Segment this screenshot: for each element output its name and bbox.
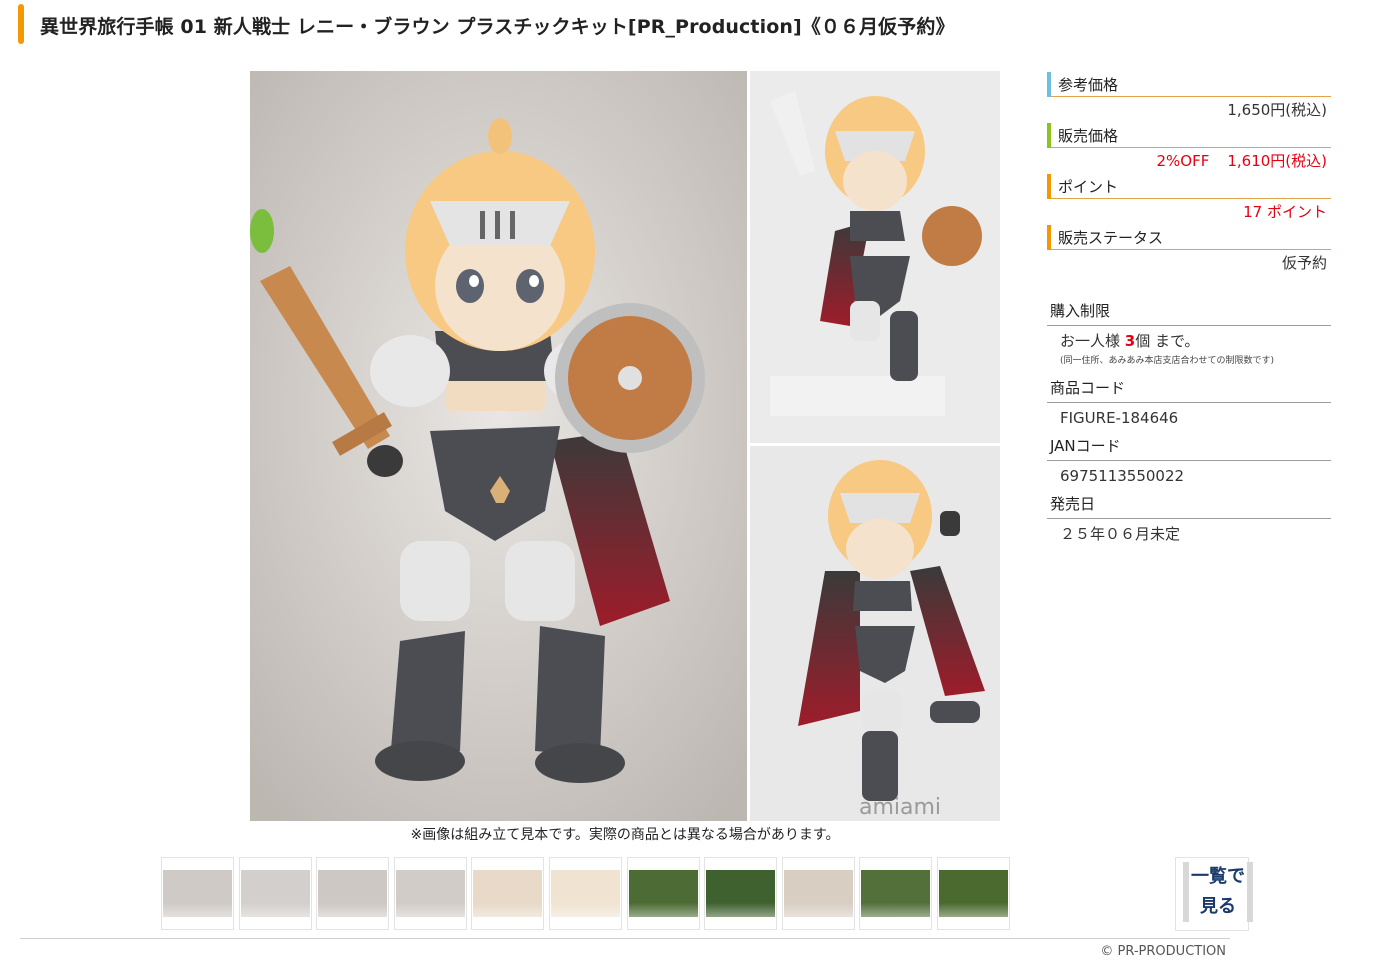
reference-price-label: 参考価格: [1058, 76, 1119, 94]
thumbnail-4[interactable]: [393, 857, 467, 930]
thumbnail-10[interactable]: [859, 857, 933, 930]
thumbnail-9[interactable]: [781, 857, 855, 930]
image-note: ※画像は組み立て見本です。実際の商品とは異なる場合があります。: [410, 827, 840, 843]
purchase-limit-suffix: 個 まで。: [1135, 332, 1200, 350]
thumbnail-3[interactable]: [316, 857, 390, 930]
status-marker: [1047, 225, 1051, 250]
thumbnail-8[interactable]: [704, 857, 778, 930]
reference-price-marker: [1047, 72, 1051, 97]
thumbnail-5[interactable]: [471, 857, 545, 930]
thumbnail-image: [861, 870, 931, 917]
sale-price-label: 販売価格: [1058, 127, 1119, 145]
copyright: © PR-PRODUCTION: [1100, 944, 1226, 959]
thumbnail-image: [240, 870, 310, 917]
thumbnail-image: [939, 870, 1008, 917]
view-all-label: 一覧で見る: [1183, 862, 1253, 922]
discount-label: 2%OFF: [1156, 152, 1210, 170]
thumbnail-image: [628, 870, 698, 917]
product-code-value: FIGURE-184646: [1060, 409, 1179, 427]
price-panel: 参考価格 1,650円(税込) 販売価格 2%OFF 1,610円(税込) ポイン…: [1047, 72, 1331, 276]
purchase-limit-prefix: お一人様: [1060, 332, 1125, 350]
release-date-label: 発売日: [1047, 491, 1331, 519]
product-photo: amiami: [250, 71, 1000, 821]
purchase-limit-label: 購入制限: [1047, 298, 1331, 326]
jan-code-label: JANコード: [1047, 433, 1331, 461]
points-marker: [1047, 174, 1051, 199]
thumbnail-2[interactable]: [238, 857, 312, 930]
reference-price-header: 参考価格: [1047, 72, 1331, 97]
points-value: 17 ポイント: [1243, 203, 1327, 221]
page-title: 異世界旅行手帳 01 新人戦士 レニー・ブラウン プラスチックキット[PR_Pr…: [40, 16, 955, 38]
purchase-limit-count: 3: [1124, 332, 1136, 350]
thumbnail-image: [163, 870, 232, 917]
sale-price-row: 2%OFF 1,610円(税込): [1047, 148, 1331, 174]
thumbnail-image: [706, 870, 776, 917]
thumbnail-image: [783, 870, 853, 917]
jan-code-value: 6975113550022: [1060, 467, 1185, 485]
sale-price-header: 販売価格: [1047, 123, 1331, 148]
thumbnail-11[interactable]: [937, 857, 1010, 930]
purchase-limit-value: お一人様 3個 まで。: [1047, 326, 1331, 351]
thumbnail-image: [473, 870, 543, 917]
product-code-label: 商品コード: [1047, 375, 1331, 403]
page-title-bar: 異世界旅行手帳 01 新人戦士 レニー・ブラウン プラスチックキット[PR_Pr…: [18, 4, 1228, 44]
footer-divider: [20, 938, 1230, 939]
thumbnail-image: [318, 870, 388, 917]
sale-price-value: 1,610円(税込): [1227, 152, 1327, 170]
thumbnail-image: [395, 870, 465, 917]
view-all-button[interactable]: 一覧で見る: [1175, 857, 1253, 931]
thumbnail-7[interactable]: [626, 857, 700, 930]
status-label: 販売ステータス: [1058, 229, 1164, 247]
status-value: 仮予約: [1281, 254, 1327, 272]
watermark: amiami: [859, 795, 941, 820]
reference-price-value: 1,650円(税込): [1227, 101, 1327, 119]
sale-price-marker: [1047, 123, 1051, 148]
points-header: ポイント: [1047, 174, 1331, 199]
status-header: 販売ステータス: [1047, 225, 1331, 250]
thumbnail-1[interactable]: [161, 857, 234, 930]
product-details-panel: 購入制限 お一人様 3個 まで。 (同一住所、あみあみ本店支店合わせての制限数で…: [1047, 298, 1331, 549]
title-accent: [18, 4, 24, 44]
thumbnail-6[interactable]: [549, 857, 622, 930]
points-label: ポイント: [1058, 178, 1119, 196]
thumbnail-image: [551, 870, 620, 917]
purchase-limit-note: (同一住所、あみあみ本店支店合わせての制限数です): [1060, 356, 1275, 366]
main-product-image[interactable]: amiami: [250, 71, 1000, 821]
release-date-value: ２５年０６月未定: [1060, 525, 1181, 543]
